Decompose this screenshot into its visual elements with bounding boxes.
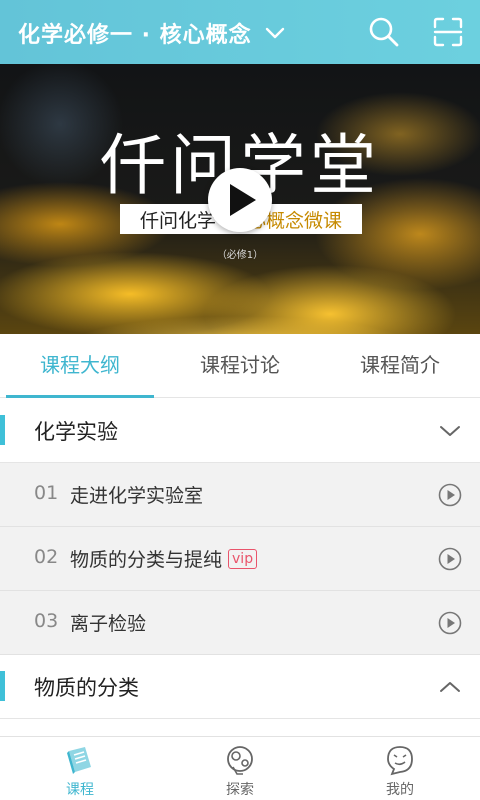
course-title: 化学必修一 · 核心概念 [18,23,252,48]
lesson-number: 03 [34,610,59,632]
lesson-name: 走进化学实验室 [70,481,203,508]
tab-syllabus[interactable]: 课程大纲 [0,334,160,398]
section-header-classification-of-matter[interactable]: 物质的分类 [0,655,480,719]
lesson-name: 物质的分类与提纯 vip [70,545,258,572]
section-header-chemistry-experiment[interactable]: 化学实验 [0,399,480,463]
lesson-item[interactable]: 03 离子检验 [0,591,480,655]
tab-introduction[interactable]: 课程简介 [320,334,480,397]
banner-note: （必修1） [216,250,264,261]
play-icon [230,184,256,216]
play-circle-icon[interactable] [438,611,462,635]
book-icon [67,747,91,774]
profile-face-icon [387,746,413,776]
vip-badge: vip [228,548,258,569]
nav-item-profile[interactable]: 我的 [320,737,480,800]
chevron-up-icon [438,675,462,699]
nav-label: 探索 [226,782,254,798]
lesson-number: 01 [34,482,59,504]
tab-discussion[interactable]: 课程讨论 [160,334,320,397]
section-accent-bar [0,415,5,445]
lesson-name: 离子检验 [70,609,146,636]
play-circle-icon[interactable] [438,483,462,507]
explore-icon [227,746,253,775]
course-tabs: 课程大纲 课程讨论 课程简介 [0,334,480,398]
nav-item-explore[interactable]: 探索 [160,737,320,800]
lesson-name-text: 物质的分类与提纯 [70,549,223,571]
lesson-item[interactable]: 01 走进化学实验室 [0,463,480,527]
app-header: 化学必修一 · 核心概念 [0,0,480,64]
search-icon[interactable] [368,16,400,48]
lesson-item[interactable]: 02 物质的分类与提纯 vip [0,527,480,591]
nav-label: 课程 [66,782,94,798]
lesson-number: 02 [34,546,59,568]
bottom-nav: 课程 探索 我的 [0,736,480,800]
chevron-down-icon [438,419,462,443]
scan-icon[interactable] [432,16,464,48]
play-video-button[interactable] [208,168,272,232]
play-circle-icon[interactable] [438,547,462,571]
section-title: 化学实验 [34,420,118,444]
chevron-down-icon [264,22,286,44]
video-banner[interactable]: 仟问学堂 仟问化学 · 核心概念微课 （必修1） [0,64,480,334]
section-accent-bar [0,671,5,701]
lesson-name-text: 走进化学实验室 [70,485,204,507]
course-selector[interactable]: 化学必修一 · 核心概念 [18,17,286,49]
nav-label: 我的 [386,782,414,798]
lesson-name-text: 离子检验 [70,613,147,635]
nav-item-courses[interactable]: 课程 [0,737,160,800]
section-title: 物质的分类 [34,676,139,700]
